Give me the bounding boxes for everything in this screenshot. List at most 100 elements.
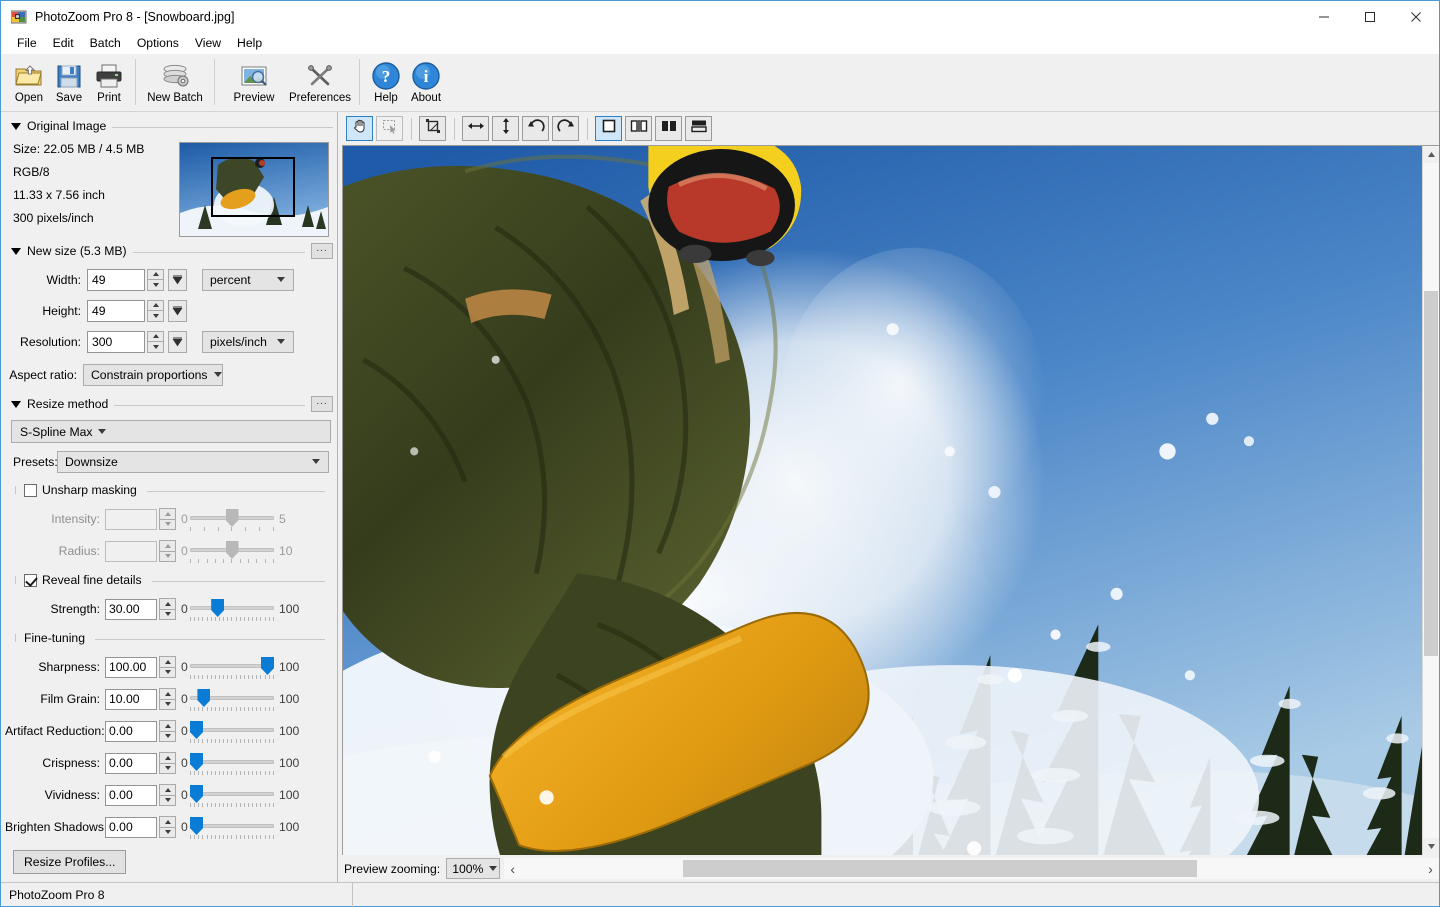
radius-stepper[interactable] <box>159 540 176 562</box>
new-size-section-header[interactable]: New size (5.3 MB) ... <box>5 241 333 261</box>
strength-stepper[interactable] <box>159 598 176 620</box>
aspect-ratio-select[interactable]: Constrain proportions <box>83 364 223 386</box>
unsharp-masking-checkbox[interactable] <box>24 484 37 497</box>
view-single-button[interactable] <box>595 116 622 141</box>
film-grain-stepper[interactable] <box>159 688 176 710</box>
height-stepper-up[interactable] <box>147 300 164 311</box>
horizontal-scroll-thumb[interactable] <box>683 860 1196 877</box>
preview-vertical-scrollbar[interactable] <box>1422 146 1439 855</box>
artifact-reduction-stepper[interactable] <box>159 720 176 742</box>
thumbnail-selection-rect[interactable] <box>211 157 295 217</box>
height-stepper[interactable] <box>147 300 164 322</box>
vertical-scroll-thumb[interactable] <box>1424 291 1438 656</box>
artifact-reduction-slider-thumb[interactable] <box>190 721 203 739</box>
resolution-unit-select[interactable]: pixels/inch <box>202 331 294 353</box>
film-grain-slider-thumb[interactable] <box>197 689 210 707</box>
view-side-by-side-button[interactable] <box>655 116 682 141</box>
brighten-shadows-stepper[interactable] <box>159 816 176 838</box>
intensity-stepper[interactable] <box>159 508 176 530</box>
menu-file[interactable]: File <box>9 34 45 52</box>
height-reset-button[interactable] <box>168 300 187 322</box>
width-stepper[interactable] <box>147 269 164 291</box>
rotate-right-button[interactable] <box>552 116 579 141</box>
menu-view[interactable]: View <box>187 34 229 52</box>
minimize-button[interactable] <box>1301 1 1347 32</box>
resize-method-section-header[interactable]: Resize method ... <box>5 394 333 414</box>
toolbar-open-button[interactable]: Open <box>9 57 49 109</box>
presets-select[interactable]: Downsize <box>57 451 329 473</box>
brighten-shadows-slider[interactable] <box>190 814 274 840</box>
scroll-down-button[interactable] <box>1423 838 1439 855</box>
resolution-stepper[interactable] <box>147 331 164 353</box>
vividness-stepper[interactable] <box>159 784 176 806</box>
toolbar-help-button[interactable]: ? Help <box>366 57 406 109</box>
rotate-left-button[interactable] <box>522 116 549 141</box>
toolbar-save-button[interactable]: Save <box>49 57 89 109</box>
sharpness-slider[interactable] <box>190 654 274 680</box>
resolution-input[interactable]: 300 <box>87 331 145 353</box>
height-input[interactable]: 49 <box>87 300 145 322</box>
original-image-section-header[interactable]: Original Image <box>5 116 333 136</box>
scroll-up-button[interactable] <box>1423 146 1439 163</box>
menu-batch[interactable]: Batch <box>82 34 129 52</box>
sharpness-stepper[interactable] <box>159 656 176 678</box>
strength-input[interactable]: 30.00 <box>105 599 157 620</box>
scroll-left-button[interactable]: ‹ <box>504 858 521 879</box>
brighten-shadows-input[interactable]: 0.00 <box>105 817 157 838</box>
resize-profiles-button[interactable]: Resize Profiles... <box>13 850 126 874</box>
fit-height-button[interactable] <box>492 116 519 141</box>
width-input[interactable]: 49 <box>87 269 145 291</box>
preview-horizontal-scrollbar[interactable]: ‹ › <box>504 858 1439 879</box>
strength-slider[interactable] <box>190 596 274 622</box>
radius-slider-thumb[interactable] <box>226 541 239 559</box>
intensity-slider-thumb[interactable] <box>226 509 239 527</box>
toolbar-preferences-button[interactable]: Preferences <box>287 57 353 109</box>
vividness-slider-thumb[interactable] <box>190 785 203 803</box>
view-stacked-button[interactable] <box>685 116 712 141</box>
width-reset-button[interactable] <box>168 269 187 291</box>
artifact-reduction-input[interactable]: 0.00 <box>105 721 157 742</box>
resolution-reset-button[interactable] <box>168 331 187 353</box>
height-stepper-down[interactable] <box>147 310 164 322</box>
film-grain-input[interactable]: 10.00 <box>105 689 157 710</box>
crispness-stepper[interactable] <box>159 752 176 774</box>
brighten-shadows-slider-thumb[interactable] <box>190 817 203 835</box>
radius-slider[interactable] <box>190 538 274 564</box>
maximize-button[interactable] <box>1347 1 1393 32</box>
sharpness-slider-thumb[interactable] <box>261 657 274 675</box>
vividness-slider[interactable] <box>190 782 274 808</box>
toolbar-new-batch-button[interactable]: New Batch <box>142 57 208 109</box>
vertical-scroll-track[interactable] <box>1423 163 1439 838</box>
size-unit-select[interactable]: percent <box>202 269 294 291</box>
vividness-input[interactable]: 0.00 <box>105 785 157 806</box>
resize-method-select[interactable]: S-Spline Max <box>11 420 331 443</box>
pan-hand-tool-button[interactable] <box>346 116 373 141</box>
intensity-input[interactable] <box>105 509 157 530</box>
menu-edit[interactable]: Edit <box>45 34 82 52</box>
view-split-vertical-button[interactable] <box>625 116 652 141</box>
film-grain-slider[interactable] <box>190 686 274 712</box>
scroll-right-button[interactable]: › <box>1422 858 1439 879</box>
toolbar-preview-button[interactable]: Preview <box>221 57 287 109</box>
reveal-fine-details-checkbox[interactable] <box>24 574 37 587</box>
preview-zoom-select[interactable]: 100% <box>446 858 500 879</box>
preview-canvas[interactable] <box>343 146 1422 855</box>
radius-input[interactable] <box>105 541 157 562</box>
crispness-input[interactable]: 0.00 <box>105 753 157 774</box>
strength-slider-thumb[interactable] <box>211 599 224 617</box>
new-size-options-button[interactable]: ... <box>311 243 333 259</box>
original-image-thumbnail[interactable] <box>179 142 329 237</box>
width-stepper-down[interactable] <box>147 279 164 291</box>
width-stepper-up[interactable] <box>147 269 164 280</box>
artifact-reduction-slider[interactable] <box>190 718 274 744</box>
crop-tool-button[interactable] <box>419 116 446 141</box>
toolbar-about-button[interactable]: i About <box>406 57 446 109</box>
close-button[interactable] <box>1393 1 1439 32</box>
sharpness-input[interactable]: 100.00 <box>105 657 157 678</box>
crispness-slider-thumb[interactable] <box>190 753 203 771</box>
toolbar-print-button[interactable]: Print <box>89 57 129 109</box>
resolution-stepper-up[interactable] <box>147 331 164 342</box>
fit-width-button[interactable] <box>462 116 489 141</box>
crispness-slider[interactable] <box>190 750 274 776</box>
intensity-slider[interactable] <box>190 506 274 532</box>
